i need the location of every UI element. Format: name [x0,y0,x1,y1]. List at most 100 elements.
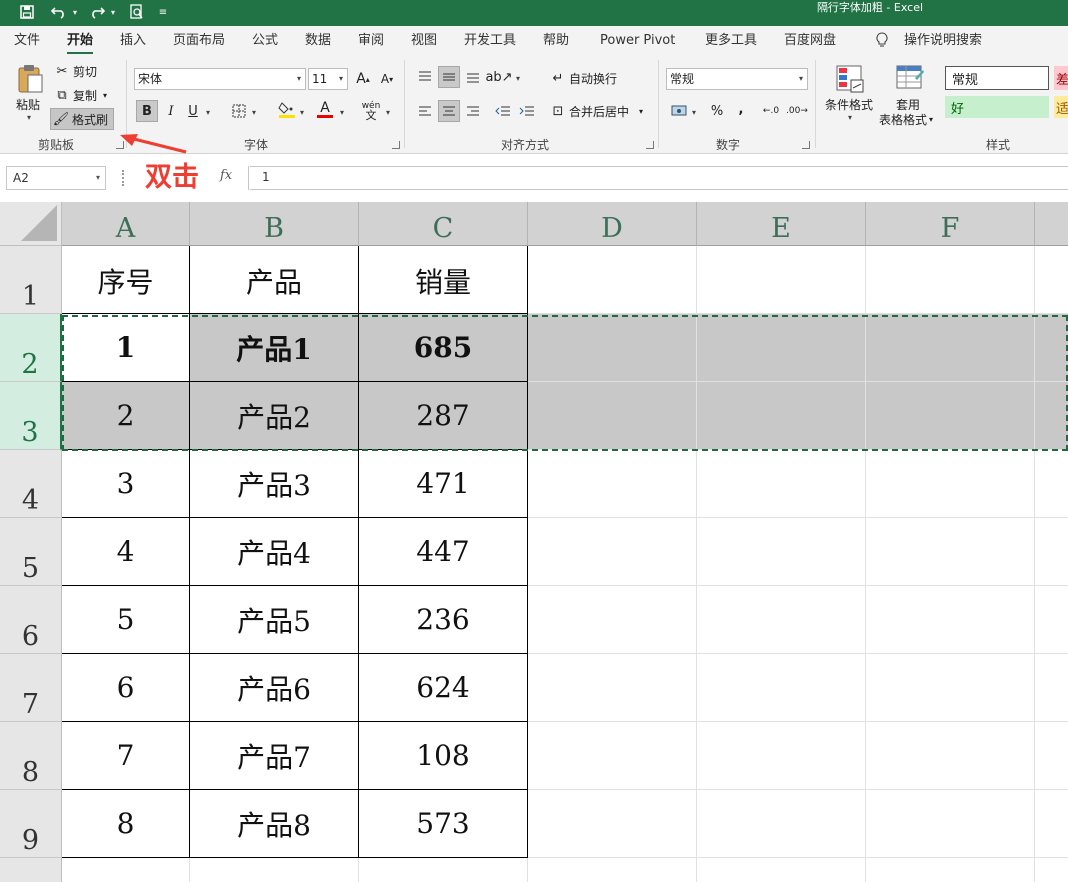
font-size-select[interactable]: 11 ▾ [308,68,348,90]
tab-power-pivot[interactable]: Power Pivot [600,32,675,50]
tab-page-layout[interactable]: 页面布局 [173,32,225,50]
cell-e8[interactable] [697,722,866,790]
cell-g3[interactable] [1035,382,1068,450]
cell-f1[interactable] [866,246,1035,314]
cell-c7[interactable]: 624 [359,654,528,722]
orientation-dropdown-icon[interactable]: ▾ [516,74,520,83]
select-all-button[interactable] [0,202,62,246]
formula-bar-grip[interactable] [122,170,124,186]
cell-c9[interactable]: 573 [359,790,528,858]
cell-a3[interactable]: 2 [62,382,190,450]
align-center-icon[interactable] [438,100,460,122]
column-header-partial[interactable] [1035,202,1068,246]
cell-a6[interactable]: 5 [62,586,190,654]
cell-c4[interactable]: 471 [359,450,528,518]
cell-e5[interactable] [697,518,866,586]
underline-button[interactable]: U [182,100,204,122]
cell-d5[interactable] [528,518,697,586]
copy-dropdown-icon[interactable]: ▾ [103,91,107,100]
table-format-icon[interactable] [894,62,926,96]
tab-help[interactable]: 帮助 [543,32,569,50]
wrap-text-button[interactable]: ↵ 自动换行 [550,70,617,87]
conditional-format-icon[interactable] [834,62,866,96]
row-header-7[interactable]: 7 [0,654,62,722]
cell-f3[interactable] [866,382,1035,450]
row-header-3[interactable]: 3 [0,382,62,450]
column-header-d[interactable]: D [528,202,697,246]
cell-b6[interactable]: 产品5 [190,586,359,654]
cut-button[interactable]: ✂ 剪切 [54,63,97,80]
comma-style-button[interactable]: , [730,98,752,120]
cell-a2[interactable]: 1 [62,314,190,382]
tab-view[interactable]: 视图 [411,32,437,50]
cell-d4[interactable] [528,450,697,518]
cell-b2[interactable]: 产品1 [190,314,359,382]
cell-g4[interactable] [1035,450,1068,518]
column-header-b[interactable]: B [190,202,359,246]
column-header-f[interactable]: F [866,202,1035,246]
tab-more-tools[interactable]: 更多工具 [705,32,757,50]
copy-button[interactable]: ⧉ 复制 ▾ [54,87,107,104]
insert-function-icon[interactable]: fx [220,168,232,183]
cell-g6[interactable] [1035,586,1068,654]
borders-dropdown-icon[interactable]: ▾ [252,108,256,117]
undo-dropdown-icon[interactable]: ▾ [70,2,80,22]
style-bad[interactable]: 差 [1054,66,1068,90]
table-format-label-2[interactable]: 表格格式 ▾ [879,111,933,128]
font-color-dropdown-icon[interactable]: ▾ [340,108,344,117]
cell-d6[interactable] [528,586,697,654]
cell-g7[interactable] [1035,654,1068,722]
underline-dropdown-icon[interactable]: ▾ [206,108,210,117]
tell-me-search[interactable]: 操作说明搜索 [904,32,982,50]
tab-home[interactable]: 开始 [67,32,94,55]
cell-a7[interactable]: 6 [62,654,190,722]
row-header-4[interactable]: 4 [0,450,62,518]
phonetic-dropdown-icon[interactable]: ▾ [386,108,390,117]
paste-icon[interactable] [14,62,46,96]
undo-icon[interactable] [48,2,70,22]
cell-b8[interactable]: 产品7 [190,722,359,790]
tab-review[interactable]: 审阅 [358,32,384,50]
cell-c2[interactable]: 685 [359,314,528,382]
row-header-2[interactable]: 2 [0,314,62,382]
row-header-9[interactable]: 9 [0,790,62,858]
fill-color-dropdown-icon[interactable]: ▾ [300,108,304,117]
tab-baidu-netdisk[interactable]: 百度网盘 [784,32,836,50]
name-box[interactable]: A2 ▾ [6,166,106,190]
cell-d9[interactable] [528,790,697,858]
row-header-5[interactable]: 5 [0,518,62,586]
cell-f2[interactable] [866,314,1035,382]
cell-g5[interactable] [1035,518,1068,586]
cell-c8[interactable]: 108 [359,722,528,790]
number-format-select[interactable]: 常规 ▾ [666,68,808,90]
number-launcher-icon[interactable] [802,141,810,149]
customize-quick-access-icon[interactable]: ≡ [156,2,170,22]
align-bottom-icon[interactable] [462,66,484,88]
tab-file[interactable]: 文件 [14,32,40,50]
cell-c10[interactable] [359,858,528,882]
align-left-icon[interactable] [414,100,436,122]
column-header-e[interactable]: E [697,202,866,246]
cell-g10[interactable] [1035,858,1068,882]
paste-button[interactable]: 粘贴 [16,96,40,113]
borders-icon[interactable] [228,100,250,122]
column-header-a[interactable]: A [62,202,190,246]
cell-e4[interactable] [697,450,866,518]
conditional-format-dropdown-icon[interactable]: ▾ [848,113,852,122]
alignment-launcher-icon[interactable] [646,141,654,149]
cell-f8[interactable] [866,722,1035,790]
row-header-1[interactable]: 1 [0,246,62,314]
align-middle-icon[interactable] [438,66,460,88]
cell-g2[interactable] [1035,314,1068,382]
print-preview-icon[interactable] [126,2,148,22]
row-header-10[interactable]: 10 [0,858,62,882]
cell-e6[interactable] [697,586,866,654]
cell-b7[interactable]: 产品6 [190,654,359,722]
font-launcher-icon[interactable] [392,141,400,149]
shrink-font-button[interactable]: A ▾ [376,68,398,90]
conditional-format-button[interactable]: 条件格式 [825,96,873,113]
cell-a9[interactable]: 8 [62,790,190,858]
cell-f9[interactable] [866,790,1035,858]
grow-font-button[interactable]: A ▴ [352,68,374,90]
redo-icon[interactable] [86,2,108,22]
